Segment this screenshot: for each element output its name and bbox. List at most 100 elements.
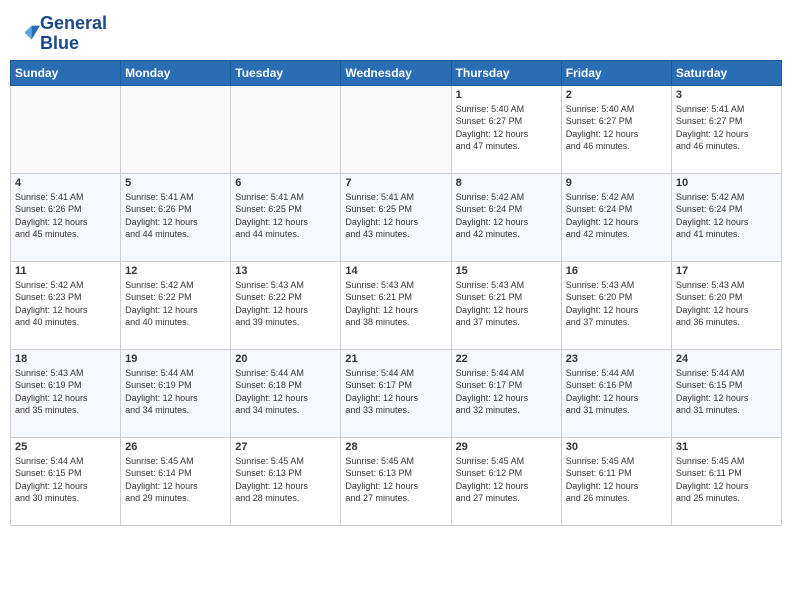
day-number: 2 [566, 89, 667, 101]
day-info: Sunrise: 5:42 AM Sunset: 6:24 PM Dayligh… [456, 191, 557, 241]
calendar-cell: 10 Sunrise: 5:42 AM Sunset: 6:24 PM Dayli… [671, 173, 781, 261]
day-number: 27 [235, 441, 336, 453]
day-number: 26 [125, 441, 226, 453]
day-number: 4 [15, 177, 116, 189]
day-info: Sunrise: 5:44 AM Sunset: 6:19 PM Dayligh… [125, 367, 226, 417]
day-info: Sunrise: 5:41 AM Sunset: 6:25 PM Dayligh… [235, 191, 336, 241]
day-number: 20 [235, 353, 336, 365]
calendar-cell: 14 Sunrise: 5:43 AM Sunset: 6:21 PM Dayli… [341, 261, 451, 349]
calendar-cell: 24 Sunrise: 5:44 AM Sunset: 6:15 PM Dayli… [671, 349, 781, 437]
page-header: General Blue [10, 10, 782, 54]
calendar-cell: 12Sunrise: 5:42 AM Sunset: 6:22 PM Dayli… [121, 261, 231, 349]
day-info: Sunrise: 5:42 AM Sunset: 6:23 PM Dayligh… [15, 279, 116, 329]
day-number: 3 [676, 89, 777, 101]
calendar-cell: 13 Sunrise: 5:43 AM Sunset: 6:22 PM Dayli… [231, 261, 341, 349]
day-info: Sunrise: 5:42 AM Sunset: 6:24 PM Dayligh… [676, 191, 777, 241]
day-info: Sunrise: 5:45 AM Sunset: 6:14 PM Dayligh… [125, 455, 226, 505]
day-info: Sunrise: 5:43 AM Sunset: 6:22 PM Dayligh… [235, 279, 336, 329]
day-info: Sunrise: 5:41 AM Sunset: 6:27 PM Dayligh… [676, 103, 777, 153]
calendar-cell: 30 Sunrise: 5:45 AM Sunset: 6:11 PM Dayli… [561, 437, 671, 525]
day-info: Sunrise: 5:45 AM Sunset: 6:11 PM Dayligh… [566, 455, 667, 505]
calendar-cell: 25 Sunrise: 5:44 AM Sunset: 6:15 PM Dayli… [11, 437, 121, 525]
day-number: 14 [345, 265, 446, 277]
day-number: 29 [456, 441, 557, 453]
day-info: Sunrise: 5:42 AM Sunset: 6:22 PM Dayligh… [125, 279, 226, 329]
day-info: Sunrise: 5:45 AM Sunset: 6:11 PM Dayligh… [676, 455, 777, 505]
calendar-cell: 21 Sunrise: 5:44 AM Sunset: 6:17 PM Dayli… [341, 349, 451, 437]
day-number: 17 [676, 265, 777, 277]
weekday-header-row: SundayMondayTuesdayWednesdayThursdayFrid… [11, 60, 782, 85]
day-info: Sunrise: 5:44 AM Sunset: 6:17 PM Dayligh… [456, 367, 557, 417]
day-number: 5 [125, 177, 226, 189]
day-info: Sunrise: 5:44 AM Sunset: 6:18 PM Dayligh… [235, 367, 336, 417]
day-info: Sunrise: 5:43 AM Sunset: 6:19 PM Dayligh… [15, 367, 116, 417]
day-info: Sunrise: 5:43 AM Sunset: 6:20 PM Dayligh… [566, 279, 667, 329]
day-info: Sunrise: 5:44 AM Sunset: 6:16 PM Dayligh… [566, 367, 667, 417]
calendar-cell: 4 Sunrise: 5:41 AM Sunset: 6:26 PM Daylig… [11, 173, 121, 261]
day-number: 13 [235, 265, 336, 277]
calendar-week-row: 11 Sunrise: 5:42 AM Sunset: 6:23 PM Dayli… [11, 261, 782, 349]
calendar-cell: 6 Sunrise: 5:41 AM Sunset: 6:25 PM Daylig… [231, 173, 341, 261]
day-number: 21 [345, 353, 446, 365]
calendar-cell: 17 Sunrise: 5:43 AM Sunset: 6:20 PM Dayli… [671, 261, 781, 349]
day-info: Sunrise: 5:43 AM Sunset: 6:20 PM Dayligh… [676, 279, 777, 329]
weekday-header-wednesday: Wednesday [341, 60, 451, 85]
day-info: Sunrise: 5:43 AM Sunset: 6:21 PM Dayligh… [345, 279, 446, 329]
day-number: 8 [456, 177, 557, 189]
weekday-header-tuesday: Tuesday [231, 60, 341, 85]
day-info: Sunrise: 5:41 AM Sunset: 6:25 PM Dayligh… [345, 191, 446, 241]
calendar-cell: 19 Sunrise: 5:44 AM Sunset: 6:19 PM Dayli… [121, 349, 231, 437]
calendar-cell: 29 Sunrise: 5:45 AM Sunset: 6:12 PM Dayli… [451, 437, 561, 525]
day-info: Sunrise: 5:45 AM Sunset: 6:12 PM Dayligh… [456, 455, 557, 505]
day-number: 6 [235, 177, 336, 189]
day-number: 18 [15, 353, 116, 365]
day-info: Sunrise: 5:44 AM Sunset: 6:15 PM Dayligh… [15, 455, 116, 505]
calendar-cell: 26 Sunrise: 5:45 AM Sunset: 6:14 PM Dayli… [121, 437, 231, 525]
day-number: 24 [676, 353, 777, 365]
calendar-table: SundayMondayTuesdayWednesdayThursdayFrid… [10, 60, 782, 526]
day-number: 30 [566, 441, 667, 453]
day-info: Sunrise: 5:40 AM Sunset: 6:27 PM Dayligh… [456, 103, 557, 153]
day-info: Sunrise: 5:42 AM Sunset: 6:24 PM Dayligh… [566, 191, 667, 241]
logo-icon [12, 20, 40, 48]
day-number: 11 [15, 265, 116, 277]
weekday-header-sunday: Sunday [11, 60, 121, 85]
calendar-cell: 7Sunrise: 5:41 AM Sunset: 6:25 PM Daylig… [341, 173, 451, 261]
day-number: 19 [125, 353, 226, 365]
calendar-cell [341, 85, 451, 173]
calendar-cell: 20 Sunrise: 5:44 AM Sunset: 6:18 PM Dayli… [231, 349, 341, 437]
calendar-week-row: 25 Sunrise: 5:44 AM Sunset: 6:15 PM Dayli… [11, 437, 782, 525]
calendar-week-row: 1 Sunrise: 5:40 AM Sunset: 6:27 PM Daylig… [11, 85, 782, 173]
day-number: 16 [566, 265, 667, 277]
calendar-cell: 1 Sunrise: 5:40 AM Sunset: 6:27 PM Daylig… [451, 85, 561, 173]
calendar-cell: 31 Sunrise: 5:45 AM Sunset: 6:11 PM Dayli… [671, 437, 781, 525]
weekday-header-saturday: Saturday [671, 60, 781, 85]
day-number: 23 [566, 353, 667, 365]
calendar-cell [11, 85, 121, 173]
calendar-cell: 15Sunrise: 5:43 AM Sunset: 6:21 PM Dayli… [451, 261, 561, 349]
calendar-cell: 28 Sunrise: 5:45 AM Sunset: 6:13 PM Dayli… [341, 437, 451, 525]
calendar-cell: 11 Sunrise: 5:42 AM Sunset: 6:23 PM Dayli… [11, 261, 121, 349]
calendar-cell: 9Sunrise: 5:42 AM Sunset: 6:24 PM Daylig… [561, 173, 671, 261]
calendar-cell: 18 Sunrise: 5:43 AM Sunset: 6:19 PM Dayli… [11, 349, 121, 437]
day-number: 28 [345, 441, 446, 453]
day-number: 10 [676, 177, 777, 189]
day-info: Sunrise: 5:41 AM Sunset: 6:26 PM Dayligh… [15, 191, 116, 241]
calendar-cell: 3 Sunrise: 5:41 AM Sunset: 6:27 PM Daylig… [671, 85, 781, 173]
day-number: 15 [456, 265, 557, 277]
calendar-cell [121, 85, 231, 173]
calendar-cell: 8 Sunrise: 5:42 AM Sunset: 6:24 PM Daylig… [451, 173, 561, 261]
calendar-cell: 2Sunrise: 5:40 AM Sunset: 6:27 PM Daylig… [561, 85, 671, 173]
logo-text: General Blue [40, 14, 107, 54]
day-info: Sunrise: 5:45 AM Sunset: 6:13 PM Dayligh… [345, 455, 446, 505]
calendar-cell: 27Sunrise: 5:45 AM Sunset: 6:13 PM Dayli… [231, 437, 341, 525]
day-number: 31 [676, 441, 777, 453]
calendar-cell: 23 Sunrise: 5:44 AM Sunset: 6:16 PM Dayli… [561, 349, 671, 437]
weekday-header-monday: Monday [121, 60, 231, 85]
day-number: 1 [456, 89, 557, 101]
calendar-cell: 22 Sunrise: 5:44 AM Sunset: 6:17 PM Dayli… [451, 349, 561, 437]
day-number: 25 [15, 441, 116, 453]
day-info: Sunrise: 5:44 AM Sunset: 6:15 PM Dayligh… [676, 367, 777, 417]
day-info: Sunrise: 5:44 AM Sunset: 6:17 PM Dayligh… [345, 367, 446, 417]
day-number: 22 [456, 353, 557, 365]
